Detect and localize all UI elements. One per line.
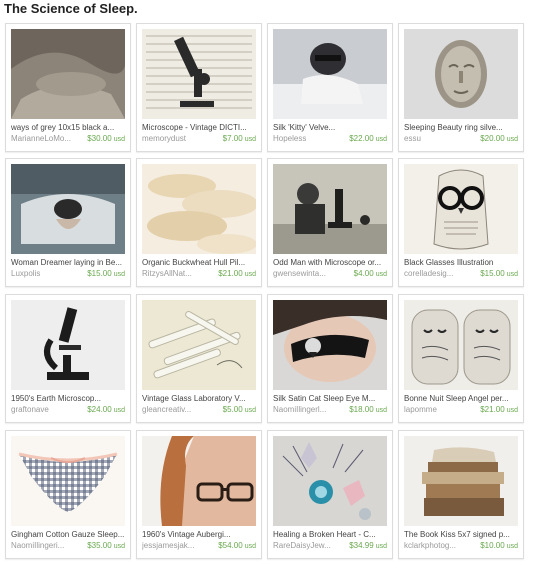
listing-title[interactable]: Healing a Broken Heart - C... bbox=[273, 530, 389, 540]
listing-title[interactable]: Microscope - Vintage DICTI... bbox=[142, 123, 258, 133]
listing-price: $54.00 usd bbox=[218, 541, 256, 550]
listing-price: $7.00 usd bbox=[222, 134, 256, 143]
listing-thumbnail[interactable] bbox=[11, 164, 125, 254]
listing-thumbnail[interactable] bbox=[142, 29, 256, 119]
listing-card[interactable]: Organic Buckwheat Hull Pil... RitzysAllN… bbox=[136, 158, 262, 287]
listing-card[interactable]: Sleeping Beauty ring silve... essu $20.0… bbox=[398, 23, 524, 152]
listing-title[interactable]: Silk Satin Cat Sleep Eye M... bbox=[273, 394, 389, 404]
listing-thumbnail[interactable] bbox=[273, 29, 387, 119]
listing-seller[interactable]: corelladesig... bbox=[404, 269, 474, 279]
listing-seller[interactable]: Hopeless bbox=[273, 134, 343, 144]
listing-card[interactable]: Microscope - Vintage DICTI... memorydust… bbox=[136, 23, 262, 152]
listing-price: $22.00 usd bbox=[349, 134, 387, 143]
listing-seller[interactable]: RareDaisyJew... bbox=[273, 541, 343, 551]
listing-card[interactable]: ways of grey 10x15 black a... MarianneLo… bbox=[5, 23, 131, 152]
listing-seller[interactable]: kclarkphotog... bbox=[404, 541, 474, 551]
listing-title[interactable]: ways of grey 10x15 black a... bbox=[11, 123, 127, 133]
listing-price: $15.00 usd bbox=[480, 269, 518, 278]
listing-title[interactable]: Black Glasses Illustration bbox=[404, 258, 520, 268]
listing-card[interactable]: 1950's Earth Microscop... graftonave $24… bbox=[5, 294, 131, 423]
listing-price: $21.00 usd bbox=[218, 269, 256, 278]
listing-title[interactable]: 1960's Vintage Aubergi... bbox=[142, 530, 258, 540]
listing-thumbnail[interactable] bbox=[404, 436, 518, 526]
listing-price: $35.00 usd bbox=[87, 541, 125, 550]
listing-title[interactable]: Gingham Cotton Gauze Sleep... bbox=[11, 530, 127, 540]
listing-seller[interactable]: graftonave bbox=[11, 405, 81, 415]
page-title: The Science of Sleep. bbox=[4, 1, 138, 16]
listing-price: $5.00 usd bbox=[222, 405, 256, 414]
listing-seller[interactable]: NaomiIlingeri... bbox=[11, 541, 81, 551]
listing-card[interactable]: Odd Man with Microscope or... gwensewint… bbox=[267, 158, 393, 287]
listing-thumbnail[interactable] bbox=[404, 164, 518, 254]
listing-thumbnail[interactable] bbox=[273, 164, 387, 254]
listing-card[interactable]: Gingham Cotton Gauze Sleep... NaomiIling… bbox=[5, 430, 131, 559]
listing-seller[interactable]: jessjamesjak... bbox=[142, 541, 212, 551]
listing-seller[interactable]: MarianneLoMo... bbox=[11, 134, 81, 144]
listing-price: $34.99 usd bbox=[349, 541, 387, 550]
listing-thumbnail[interactable] bbox=[142, 300, 256, 390]
listing-thumbnail[interactable] bbox=[404, 29, 518, 119]
listing-seller[interactable]: memorydust bbox=[142, 134, 212, 144]
listing-title[interactable]: Organic Buckwheat Hull Pil... bbox=[142, 258, 258, 268]
listing-card[interactable]: Silk 'Kitty' Velve... Hopeless $22.00 usd bbox=[267, 23, 393, 152]
listing-price: $20.00 usd bbox=[480, 134, 518, 143]
listing-title[interactable]: Woman Dreamer laying in Be... bbox=[11, 258, 127, 268]
listing-title[interactable]: Silk 'Kitty' Velve... bbox=[273, 123, 389, 133]
listing-thumbnail[interactable] bbox=[11, 436, 125, 526]
listing-seller[interactable]: Luxpolis bbox=[11, 269, 81, 279]
listing-title[interactable]: Odd Man with Microscope or... bbox=[273, 258, 389, 268]
listing-seller[interactable]: NaomiIlingerl... bbox=[273, 405, 343, 415]
listing-seller[interactable]: essu bbox=[404, 134, 474, 144]
listing-thumbnail[interactable] bbox=[273, 300, 387, 390]
listing-title[interactable]: Vintage Glass Laboratory V... bbox=[142, 394, 258, 404]
listing-card[interactable]: Bonne Nuit Sleep Angel per... lapomme $2… bbox=[398, 294, 524, 423]
listing-price: $21.00 usd bbox=[480, 405, 518, 414]
listing-seller[interactable]: gwensewinta... bbox=[273, 269, 343, 279]
listing-card[interactable]: Woman Dreamer laying in Be... Luxpolis $… bbox=[5, 158, 131, 287]
listing-card[interactable]: Silk Satin Cat Sleep Eye M... NaomiIling… bbox=[267, 294, 393, 423]
listing-thumbnail[interactable] bbox=[273, 436, 387, 526]
listing-thumbnail[interactable] bbox=[142, 436, 256, 526]
listing-card[interactable]: The Book Kiss 5x7 signed p... kclarkphot… bbox=[398, 430, 524, 559]
listing-thumbnail[interactable] bbox=[404, 300, 518, 390]
listing-card[interactable]: Vintage Glass Laboratory V... gleancreat… bbox=[136, 294, 262, 423]
listing-card[interactable]: Healing a Broken Heart - C... RareDaisyJ… bbox=[267, 430, 393, 559]
listing-seller[interactable]: gleancreativ... bbox=[142, 405, 212, 415]
listing-thumbnail[interactable] bbox=[11, 300, 125, 390]
listing-price: $4.00 usd bbox=[353, 269, 387, 278]
listing-title[interactable]: Sleeping Beauty ring silve... bbox=[404, 123, 520, 133]
listing-thumbnail[interactable] bbox=[142, 164, 256, 254]
listing-price: $24.00 usd bbox=[87, 405, 125, 414]
listing-seller[interactable]: lapomme bbox=[404, 405, 474, 415]
listing-title[interactable]: The Book Kiss 5x7 signed p... bbox=[404, 530, 520, 540]
listing-price: $10.00 usd bbox=[480, 541, 518, 550]
listing-title[interactable]: 1950's Earth Microscop... bbox=[11, 394, 127, 404]
listing-price: $30.00 usd bbox=[87, 134, 125, 143]
listing-seller[interactable]: RitzysAllNat... bbox=[142, 269, 212, 279]
listing-price: $15.00 usd bbox=[87, 269, 125, 278]
listing-price: $18.00 usd bbox=[349, 405, 387, 414]
listing-card[interactable]: Black Glasses Illustration corelladesig.… bbox=[398, 158, 524, 287]
listing-thumbnail[interactable] bbox=[11, 29, 125, 119]
listing-card[interactable]: 1960's Vintage Aubergi... jessjamesjak..… bbox=[136, 430, 262, 559]
listing-title[interactable]: Bonne Nuit Sleep Angel per... bbox=[404, 394, 520, 404]
treasury-grid: ways of grey 10x15 black a... MarianneLo… bbox=[3, 20, 531, 565]
